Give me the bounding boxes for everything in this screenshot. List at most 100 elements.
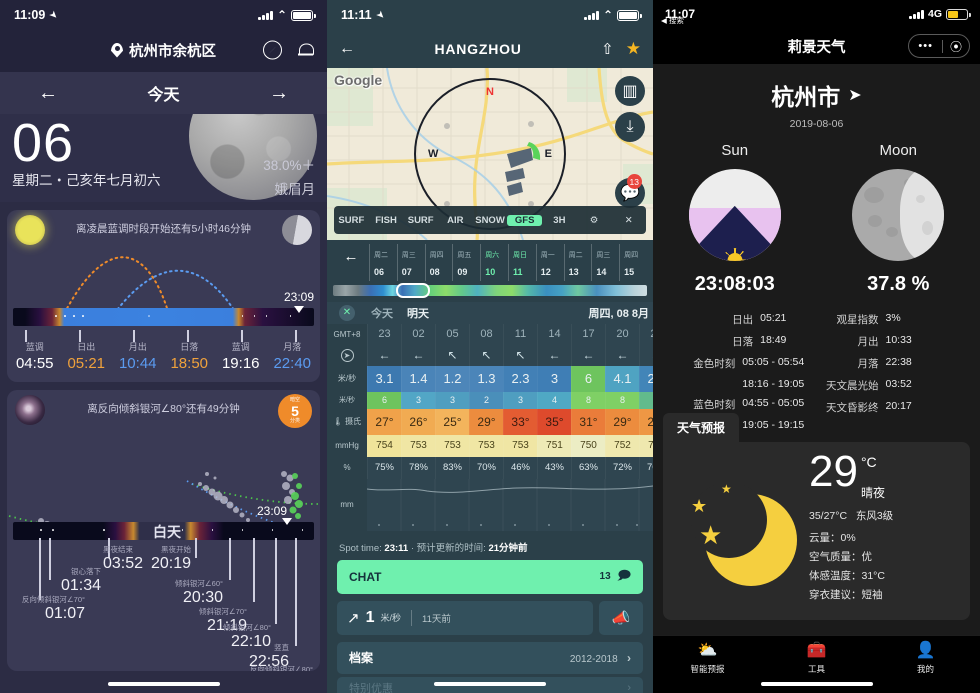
sun-timeline-card[interactable]: 离凌晨蓝调时段开始还有5小时46分钟 23:09 蓝调 04:55 日出 05:…: [7, 210, 320, 382]
pressure-cell: 753: [469, 434, 503, 457]
hero-moon-info: 38.0%＋ 娥眉月: [263, 154, 315, 198]
moon-title: Moon: [879, 142, 918, 159]
layer-air[interactable]: AIR: [438, 215, 473, 226]
model-gfs-button[interactable]: GFS: [507, 214, 543, 226]
wind-speed-cell: 3: [537, 365, 571, 392]
temp-cell: 25°: [435, 408, 469, 435]
bell-icon[interactable]: [298, 42, 314, 58]
fact-key: 金色时刻: [693, 358, 736, 370]
back-arrow-icon[interactable]: ←: [339, 40, 355, 58]
event-label: 竖直: [274, 643, 289, 652]
sun-cloud-icon: ⛅: [697, 642, 718, 659]
day-item-12[interactable]: 周一 12: [535, 244, 564, 281]
time-cell: 23: [639, 323, 653, 345]
close-icon[interactable]: ✕: [611, 215, 646, 226]
moon-illumination: 38.0%＋: [263, 158, 315, 173]
chat-button[interactable]: CHAT 13 🗩: [337, 559, 643, 594]
day-number: 08: [429, 267, 440, 278]
prev-day-button[interactable]: ←: [38, 82, 58, 105]
time-cell: 14: [537, 323, 571, 345]
day-item-06[interactable]: 周二 06: [369, 244, 397, 281]
day-item-08[interactable]: 周四 08: [424, 244, 453, 281]
rain-sparkline: [367, 478, 653, 531]
back-to-search-link[interactable]: ◀ 搜索: [661, 15, 684, 26]
day-number: 07: [401, 267, 412, 278]
day-item-14[interactable]: 周三 14: [591, 244, 619, 281]
sun-moon-arc-chart: 23:09: [7, 246, 320, 364]
time-cell: 20: [605, 323, 639, 345]
layer-surf-2[interactable]: SURF: [403, 215, 438, 226]
gear-icon[interactable]: ⚙: [577, 215, 612, 226]
forecast-tab[interactable]: 天气预报: [663, 413, 740, 442]
wind-arrow-icon: ↗: [347, 609, 360, 627]
fact-key: 观星指数: [836, 314, 879, 326]
compass-icon[interactable]: [263, 40, 282, 60]
day-item-09[interactable]: 周五 09: [452, 244, 480, 281]
galaxy-event: 反向倾斜银河∠80° 23:58: [201, 664, 313, 671]
galaxy-tick: [195, 538, 197, 558]
close-circle-icon[interactable]: ✕: [327, 304, 367, 321]
forecast-table-header: ✕ 今天 明天 周四, 08 8月: [327, 302, 653, 324]
day-item-11[interactable]: 周日 11: [507, 244, 536, 281]
location-arrow-icon[interactable]: ➤: [848, 85, 861, 105]
gust-cell: 2: [469, 391, 503, 409]
back-arrow-icon[interactable]: ←: [333, 244, 369, 265]
interval-button[interactable]: 3H: [542, 215, 577, 226]
chevron-right-icon-2: ›: [627, 681, 631, 693]
galaxy-timeline-card[interactable]: 离反向倾斜银河∠80°还有49分钟 暗空 5 分类 白天 23:09 银心落下 …: [7, 390, 320, 671]
day-item-13[interactable]: 周二 13: [563, 244, 592, 281]
forecast-card[interactable]: ★ ★ ★ 29 °C 晴夜 35/27°C 东风3级 云量：0% 空气质量：优…: [663, 442, 970, 620]
chat-button[interactable]: 💬 13: [615, 174, 645, 208]
detail-key: 体感温度：: [809, 570, 862, 582]
pressure-cell: 750: [571, 434, 605, 457]
gust-cell: 3: [401, 391, 435, 409]
event-value: 20:19: [150, 555, 191, 572]
day-number: 09: [457, 267, 468, 278]
moon-phase-name: 娥眉月: [274, 182, 316, 197]
battery-icon: [946, 8, 971, 20]
day-number: 10: [485, 267, 496, 278]
crescent-moon-stars-icon: ★ ★ ★: [677, 470, 801, 588]
day-item-15[interactable]: 周四 15: [619, 244, 647, 281]
map-layers-button[interactable]: ▥: [615, 76, 645, 106]
day-strip-row: ← 周二 06 周三 07 周四 08 周五 09 周六 10 周日 11 周一…: [327, 244, 653, 281]
more-dots-icon[interactable]: •••: [909, 40, 942, 52]
download-button[interactable]: ⤓: [615, 112, 645, 142]
map-view[interactable]: Google N W E ▥ ⤓ 💬 13 SURF FISH SURF AIR…: [327, 68, 653, 240]
temp-cell: 29°: [605, 408, 639, 435]
hero-date-section: 06 星期二・己亥年七月初六 38.0%＋ 娥眉月: [0, 114, 327, 202]
day-item-10[interactable]: 周六 10: [480, 244, 508, 281]
selected-day-handle[interactable]: [395, 282, 431, 298]
today-label[interactable]: 今天: [147, 81, 179, 105]
tab-tools[interactable]: 🧰 工具: [762, 643, 871, 675]
wind-dir-cell: ↖: [503, 344, 537, 366]
share-icon[interactable]: ⇧: [601, 40, 614, 58]
fact-key: 月落: [857, 358, 879, 370]
row-label-rain: mm: [327, 478, 367, 531]
fact-value: 18:16 - 19:05: [742, 378, 805, 390]
tab-smart-forecast[interactable]: ⛅ 智能预报: [653, 643, 762, 675]
now-marker-triangle: [294, 306, 304, 313]
overview-gradient-bar[interactable]: [333, 282, 647, 298]
target-circle-icon[interactable]: ⦿: [943, 38, 969, 55]
layer-fish[interactable]: FISH: [369, 215, 404, 226]
person-icon: 👤: [915, 642, 936, 659]
day-weekday: 周一: [540, 252, 555, 259]
wifi-icon: ⌃: [602, 8, 613, 22]
pressure-cell: 752: [639, 434, 653, 457]
report-value: 1: [365, 608, 375, 626]
location-button[interactable]: 杭州市余杭区: [111, 40, 216, 61]
next-day-button[interactable]: →: [269, 82, 289, 105]
wind-speed-cell: 4.1: [605, 365, 639, 392]
layer-surf-1[interactable]: SURF: [334, 215, 369, 226]
day-item-07[interactable]: 周三 07: [396, 244, 425, 281]
layer-snow[interactable]: SNOW: [473, 215, 508, 226]
table-row-gust: 米/秒 6 3 3 2 3 4 8 8 5 3 3 5: [327, 391, 653, 409]
megaphone-icon[interactable]: 📣: [599, 600, 643, 635]
wind-report[interactable]: ↗ 1 米/秒 11天前: [337, 600, 593, 635]
tab-profile[interactable]: 👤 我的: [871, 643, 980, 675]
star-icon[interactable]: ★: [626, 39, 641, 59]
table-row-pressure: mmHg 754 753 753 753 753 751 750 752 752…: [327, 434, 653, 457]
archive-row[interactable]: 档案 2012-2018 ›: [337, 641, 643, 674]
night-day-gradient-bar[interactable]: [13, 308, 314, 326]
